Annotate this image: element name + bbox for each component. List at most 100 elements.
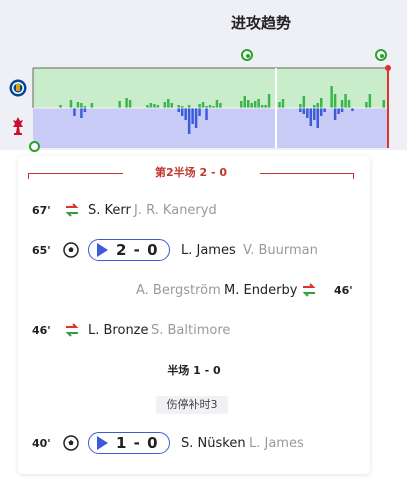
goal-score: 1 - 0 [116, 434, 159, 452]
player-out[interactable]: J. R. Kaneryd [134, 203, 217, 218]
home-momentum-bar [90, 103, 94, 108]
away-momentum-bar [187, 108, 191, 134]
goal-marker-icon [375, 49, 387, 61]
play-icon [97, 243, 108, 257]
away-momentum-bar [323, 108, 326, 112]
away-momentum-bar [73, 108, 76, 116]
away-momentum-bar [302, 108, 306, 114]
goal-scorer[interactable]: S. Nüsken [181, 436, 246, 451]
home-momentum-bar [149, 103, 153, 108]
away-momentum-bar [83, 108, 87, 112]
home-momentum-bar [243, 96, 246, 108]
goal-scorer[interactable]: L. James [181, 243, 236, 258]
current-time-dot [385, 65, 391, 71]
halftime-label: 半场 1 - 0 [167, 364, 221, 377]
event-minute: 40' [32, 436, 51, 450]
player-out[interactable]: A. Bergström [136, 283, 221, 298]
home-momentum-bar [170, 103, 174, 108]
home-momentum-bar [340, 100, 344, 108]
match-start-icon [29, 141, 40, 152]
player-in[interactable]: S. Kerr [88, 203, 131, 218]
stoppage-time-badge: 伤停补时3 [156, 396, 228, 414]
away-momentum-bar [340, 108, 344, 112]
home-momentum-bar [156, 105, 160, 108]
goal-video-button[interactable]: 1 - 0 [88, 432, 170, 454]
away-momentum-bar [205, 108, 208, 120]
home-momentum-bar [163, 102, 167, 108]
home-momentum-bar [128, 100, 132, 108]
home-momentum-bar [118, 101, 121, 108]
home-momentum-bar [219, 103, 222, 108]
home-momentum-bar [125, 98, 128, 108]
football-icon [63, 242, 79, 262]
event-substitution-46-away[interactable]: A. Bergström M. Enderby 46' [18, 278, 370, 302]
away-momentum-bar [351, 108, 354, 111]
home-momentum-bar [281, 99, 285, 108]
goal-video-button[interactable]: 2 - 0 [88, 239, 170, 261]
home-momentum-bar [146, 105, 149, 108]
away-momentum-bar [313, 108, 316, 120]
home-momentum-bar [267, 94, 271, 108]
match-timeline: 第2半场 2 - 0 67' S. Kerr J. R. Kaneryd 65'… [18, 156, 370, 474]
substitution-icon [301, 282, 317, 302]
home-momentum-bar [198, 104, 201, 108]
momentum-title: 进攻趋势 [231, 14, 292, 32]
home-momentum-bar [177, 105, 180, 108]
home-momentum-bar [153, 104, 156, 108]
home-momentum-bar [76, 102, 80, 108]
liverpool-crest-icon [8, 116, 28, 136]
goal-assist[interactable]: V. Buurman [243, 243, 318, 258]
home-momentum-bar [257, 99, 260, 108]
play-icon [97, 436, 108, 450]
event-substitution-67[interactable]: 67' S. Kerr J. R. Kaneryd [18, 198, 370, 222]
away-momentum-bar [177, 108, 180, 112]
goal-assist[interactable]: L. James [249, 436, 304, 451]
away-momentum-bar [337, 108, 340, 114]
event-minute: 46' [32, 323, 51, 337]
player-in[interactable]: L. Bronze [88, 323, 149, 338]
goal-score: 2 - 0 [116, 241, 159, 259]
home-momentum-bar [69, 100, 73, 108]
home-momentum-bar [260, 105, 264, 108]
period-header-label: 第2半场 2 - 0 [154, 166, 227, 179]
event-goal-40[interactable]: 40' 1 - 0 S. Nüsken L. James [18, 431, 370, 455]
substitution-icon [64, 322, 80, 342]
player-out[interactable]: S. Baltimore [151, 323, 230, 338]
event-goal-65[interactable]: 65' 2 - 0 L. James V. Buurman [18, 238, 370, 262]
away-momentum-bar [316, 108, 319, 128]
away-momentum-bar [194, 108, 198, 128]
home-momentum-bar [264, 105, 267, 108]
home-momentum-bar [215, 100, 219, 108]
football-icon [63, 435, 79, 455]
event-minute: 65' [32, 243, 51, 257]
momentum-chart [32, 65, 391, 148]
event-substitution-46-home[interactable]: 46' L. Bronze S. Baltimore [18, 318, 370, 342]
home-momentum-bar [253, 101, 257, 108]
home-momentum-bar [330, 86, 333, 108]
home-momentum-bar [250, 103, 253, 108]
momentum-panel: 进攻趋势 [0, 0, 407, 152]
away-momentum-bar [191, 108, 194, 124]
home-momentum-bar [208, 105, 212, 108]
goal-marker-icon [241, 49, 253, 61]
period-header-second-half: 第2半场 2 - 0 [28, 162, 354, 184]
away-momentum-bar [333, 108, 337, 120]
away-momentum-bar [198, 108, 201, 116]
away-momentum-bar [80, 108, 83, 118]
event-minute: 46' [334, 283, 353, 297]
home-momentum-bar [365, 102, 368, 108]
away-momentum-bar [184, 108, 187, 120]
home-momentum-bar [313, 105, 316, 108]
home-momentum-bar [344, 94, 347, 108]
home-momentum-bar [382, 100, 385, 108]
home-momentum-bar [299, 104, 302, 108]
chelsea-crest-icon [8, 78, 28, 98]
away-momentum-bar [180, 108, 184, 116]
player-in[interactable]: M. Enderby [224, 283, 297, 298]
home-momentum-bar [368, 94, 372, 108]
home-momentum-bar [167, 99, 170, 108]
home-momentum-bar [80, 103, 83, 108]
home-momentum-bar [187, 105, 191, 108]
home-momentum-bar [59, 105, 62, 108]
away-momentum-bar [299, 108, 302, 112]
